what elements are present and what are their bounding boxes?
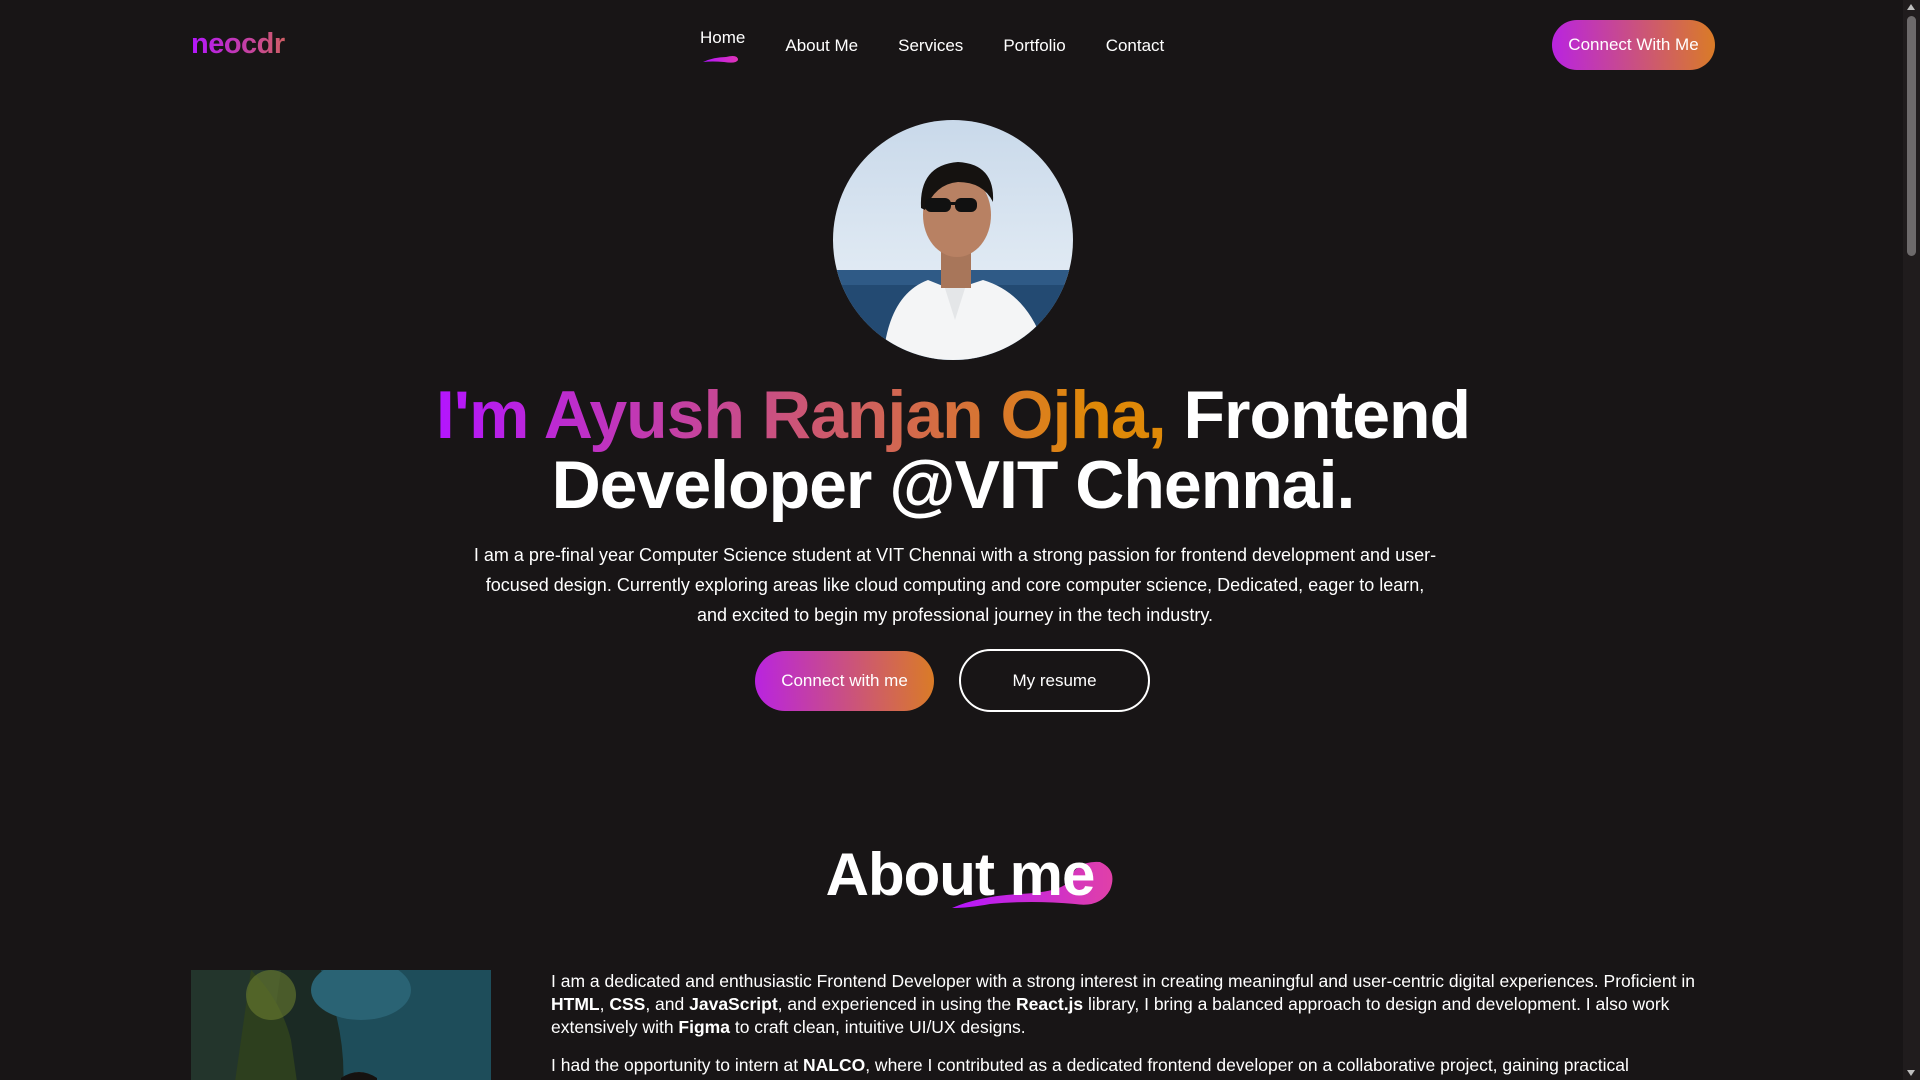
page: neocdr Home About Me Services Portfolio … xyxy=(0,0,1920,1080)
nav-about-me[interactable]: About Me xyxy=(765,26,878,66)
about-paragraph-2: I had the opportunity to intern at NALCO… xyxy=(551,1055,1629,1075)
nav-portfolio[interactable]: Portfolio xyxy=(983,26,1085,66)
profile-avatar xyxy=(833,120,1073,360)
scroll-down-arrow-icon[interactable] xyxy=(1907,1070,1915,1076)
hero-description: I am a pre-final year Computer Science s… xyxy=(473,545,1437,625)
hero-title-name: I'm Ayush Ranjan Ojha, xyxy=(435,377,1167,453)
about-paragraph-1: I am a dedicated and enthusiastic Fronte… xyxy=(551,971,1695,1037)
nav-contact[interactable]: Contact xyxy=(1086,26,1185,66)
hero-title: I'm Ayush Ranjan Ojha, Frontend Develope… xyxy=(360,380,1546,520)
nav-services[interactable]: Services xyxy=(878,26,983,66)
scroll-up-arrow-icon[interactable] xyxy=(1907,4,1915,10)
nav-home[interactable]: Home xyxy=(680,26,765,66)
nav-underline-swoosh-icon xyxy=(703,56,738,63)
about-photo-image xyxy=(191,970,491,1080)
hero-actions: Connect with me My resume xyxy=(755,649,1150,712)
connect-with-me-nav-button[interactable]: Connect With Me xyxy=(1552,20,1715,70)
about-heading: About me xyxy=(800,840,1120,909)
main-nav: Home About Me Services Portfolio Contact xyxy=(680,26,1184,66)
logo[interactable]: neocdr xyxy=(191,28,285,61)
connect-with-me-button[interactable]: Connect with me xyxy=(755,651,934,711)
about-text: I am a dedicated and enthusiastic Fronte… xyxy=(551,970,1711,1080)
scrollbar-thumb[interactable] xyxy=(1907,16,1916,256)
my-resume-button[interactable]: My resume xyxy=(959,649,1150,712)
page-scrollbar[interactable] xyxy=(1903,0,1920,1080)
about-heading-text: About me xyxy=(825,841,1096,908)
nav-home-label: Home xyxy=(700,28,746,47)
profile-photo xyxy=(833,120,1073,360)
about-photo xyxy=(191,970,491,1080)
